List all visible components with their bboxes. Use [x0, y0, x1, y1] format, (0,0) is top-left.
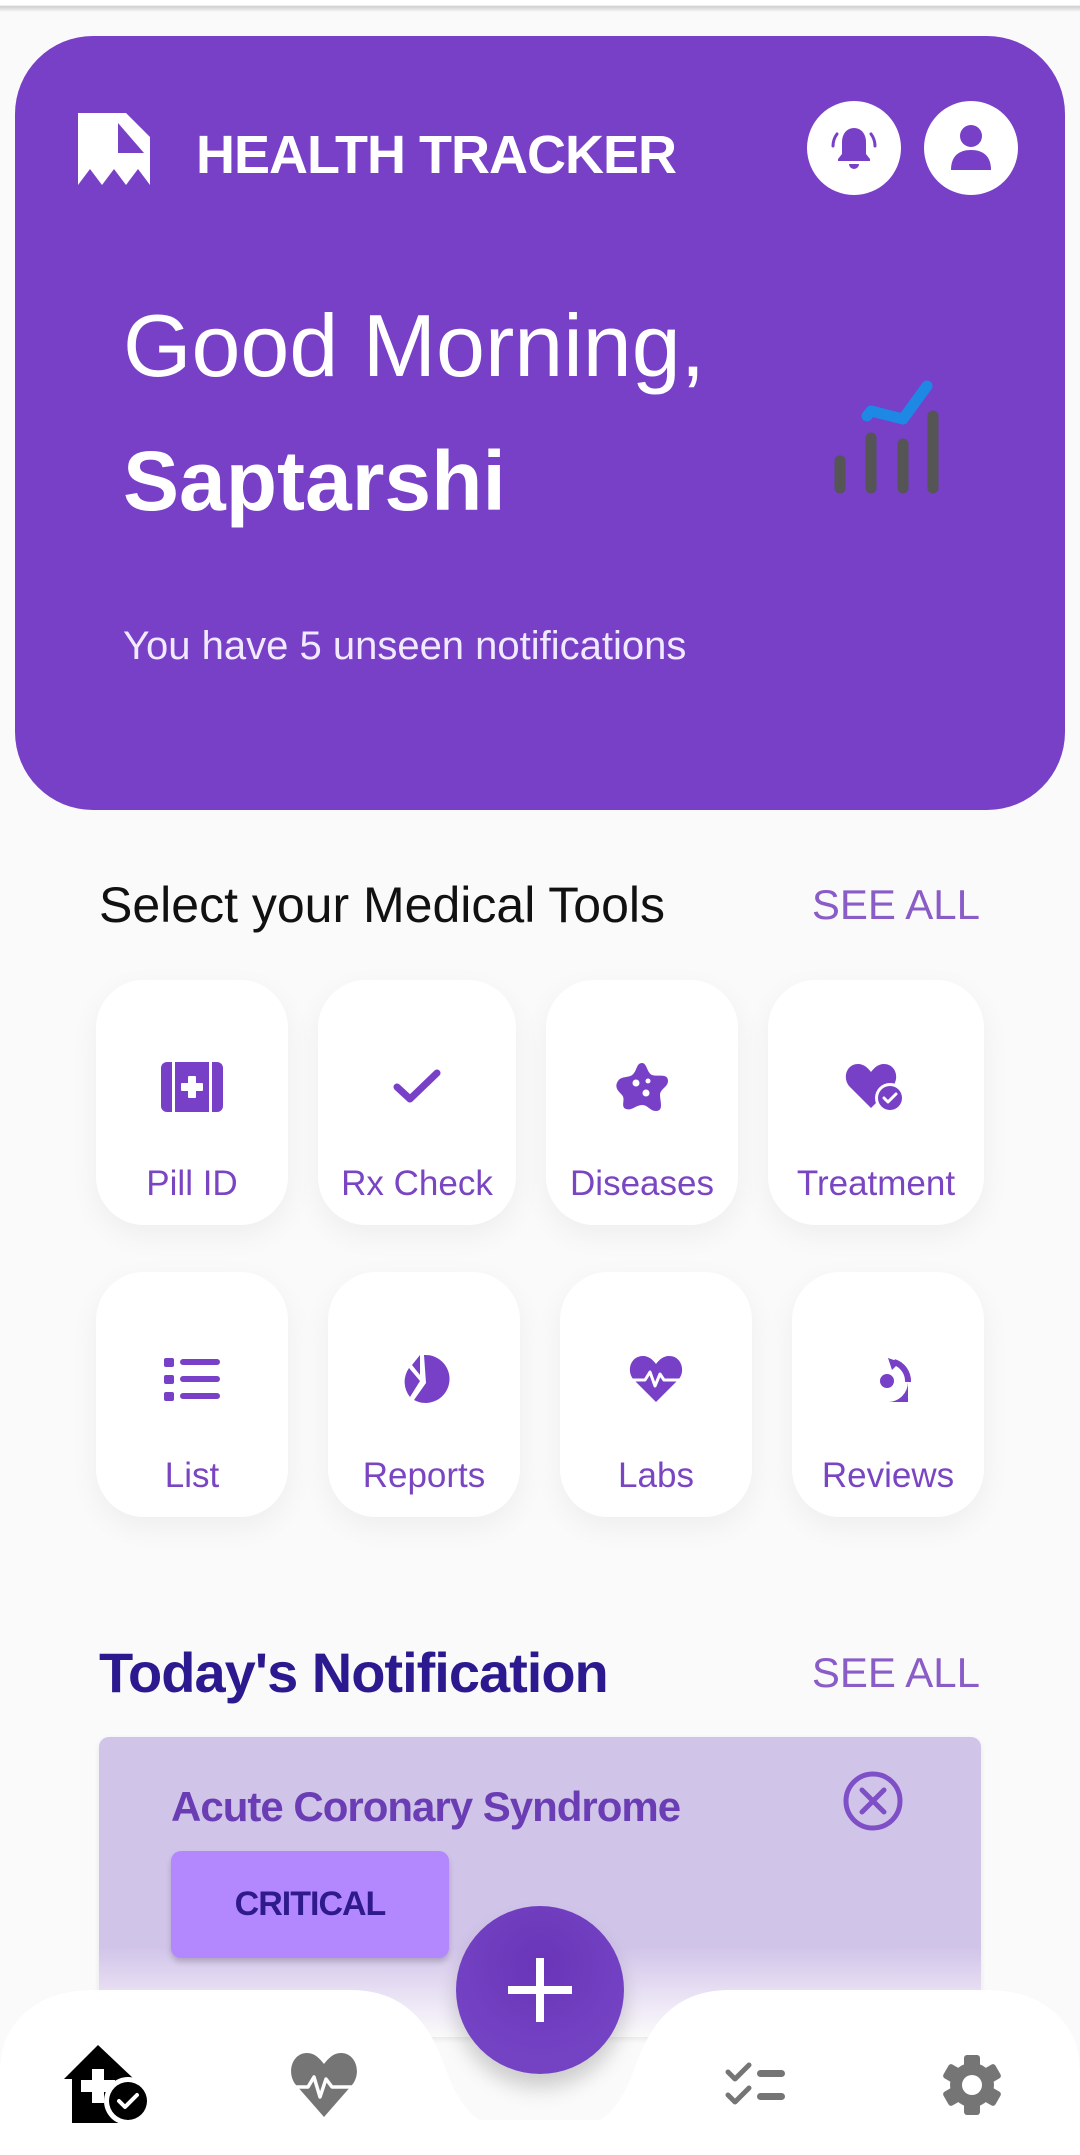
- plus-icon: [508, 1958, 572, 2022]
- severity-badge: CRITICAL: [171, 1851, 449, 1958]
- greeting-text: Good Morning,: [123, 296, 706, 395]
- app-title: HEALTH TRACKER: [196, 125, 677, 185]
- notifications-see-all-link[interactable]: SEE ALL: [812, 1638, 980, 1708]
- nav-home[interactable]: [58, 2040, 158, 2130]
- tool-label: List: [164, 1456, 220, 1495]
- clinic-home-check-icon: [64, 2045, 152, 2125]
- hero-card: HEALTH TRACKER Good Morning, Saptarshi Y…: [15, 36, 1065, 810]
- nav-health[interactable]: [274, 2040, 374, 2130]
- check-icon: [393, 1069, 441, 1103]
- review-cycle-icon: [868, 1358, 911, 1402]
- bookmark-ribbon-icon: [78, 113, 150, 185]
- first-aid-kit-icon: [161, 1062, 223, 1112]
- profile-button[interactable]: [924, 101, 1018, 195]
- tool-card-reports[interactable]: Reports: [328, 1272, 520, 1517]
- tool-label: Labs: [618, 1456, 694, 1495]
- add-fab-button[interactable]: [456, 1906, 624, 2074]
- notifications-section-title: Today's Notification: [99, 1641, 609, 1704]
- heartbeat-icon: [288, 2053, 360, 2117]
- bell-ringing-icon: [831, 128, 877, 169]
- tool-label: Treatment: [796, 1164, 956, 1203]
- tool-label: Reviews: [821, 1456, 955, 1495]
- list-icon: [164, 1358, 220, 1401]
- tool-label: Rx Check: [341, 1164, 493, 1203]
- tool-label: Diseases: [570, 1164, 714, 1203]
- tool-label: Pill ID: [146, 1164, 238, 1203]
- bar-chart-trend-icon: [834, 380, 939, 494]
- heartbeat-icon: [629, 1356, 683, 1402]
- gear-icon: [943, 2055, 1001, 2115]
- user-name: Saptarshi: [123, 434, 506, 528]
- notification-title: Acute Coronary Syndrome: [171, 1783, 681, 1830]
- tool-card-labs[interactable]: Labs: [560, 1272, 752, 1517]
- status-bar-shadow: [0, 0, 1080, 12]
- tool-card-treatment[interactable]: Treatment: [768, 980, 984, 1225]
- tool-card-pill-id[interactable]: Pill ID: [96, 980, 288, 1225]
- tools-section-title: Select your Medical Tools: [99, 877, 666, 933]
- tool-label: Reports: [362, 1456, 486, 1495]
- person-icon: [951, 125, 991, 170]
- tool-card-diseases[interactable]: Diseases: [546, 980, 738, 1225]
- tool-card-reviews[interactable]: Reviews: [792, 1272, 984, 1517]
- unseen-notifications-text: You have 5 unseen notifications: [123, 624, 687, 668]
- virus-icon: [616, 1063, 668, 1111]
- pie-chart-icon: [404, 1354, 450, 1403]
- heart-check-icon: [845, 1064, 905, 1113]
- tools-see-all-link[interactable]: SEE ALL: [812, 870, 980, 940]
- close-circle-icon[interactable]: [841, 1769, 905, 1833]
- notifications-button[interactable]: [807, 101, 901, 195]
- nav-tasks[interactable]: [706, 2040, 806, 2130]
- tool-card-list[interactable]: List: [96, 1272, 288, 1517]
- tool-card-rx-check[interactable]: Rx Check: [318, 980, 516, 1225]
- checklist-icon: [725, 2062, 785, 2105]
- nav-settings[interactable]: [922, 2040, 1022, 2130]
